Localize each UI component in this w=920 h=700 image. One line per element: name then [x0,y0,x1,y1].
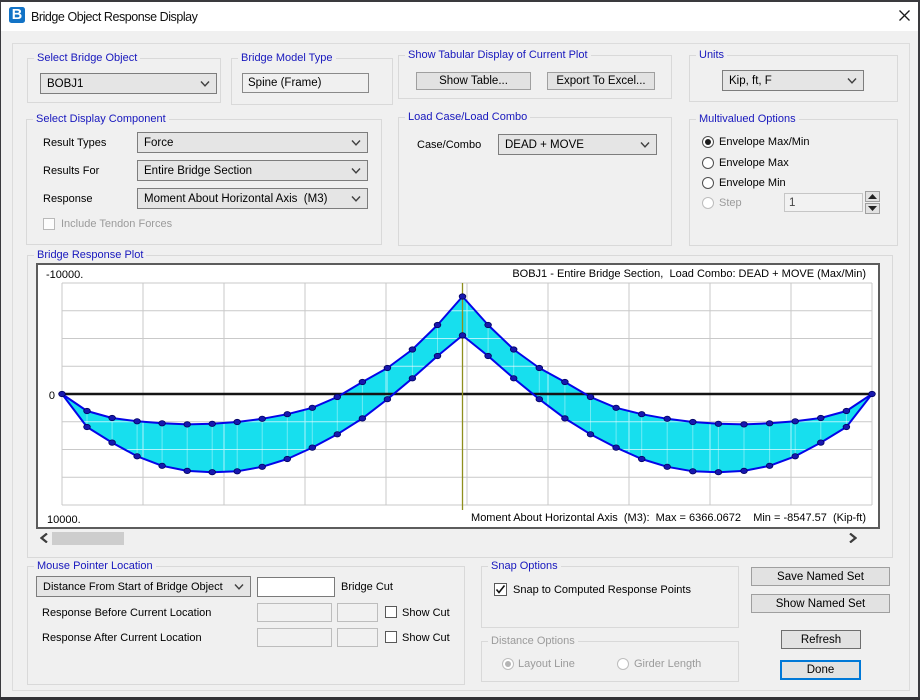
svg-text:BOBJ1 - Entire Bridge Section,: BOBJ1 - Entire Bridge Section, Load Comb… [512,268,866,280]
svg-text:10000.: 10000. [47,514,81,526]
svg-text:0: 0 [49,390,55,402]
svg-text:Moment About Horizontal Axis: Moment About Horizontal Axis (M3): Max =… [471,512,866,524]
svg-text:-10000.: -10000. [46,269,83,281]
